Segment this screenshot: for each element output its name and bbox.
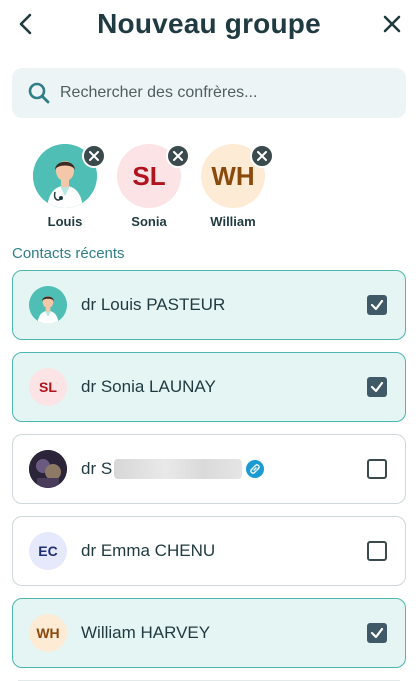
close-icon <box>173 151 183 161</box>
selected-contacts: Louis SL Sonia WH William <box>32 144 274 234</box>
remove-selected-button[interactable] <box>250 144 274 168</box>
avatar <box>29 286 67 324</box>
list-item[interactable]: SL dr Sonia LAUNAY <box>12 352 406 422</box>
selected-contact: WH William <box>200 144 274 234</box>
checkbox[interactable] <box>367 541 387 561</box>
photo-avatar-icon <box>29 450 67 488</box>
selected-contact: Louis <box>32 144 106 234</box>
close-icon <box>383 15 401 33</box>
contact-name: William HARVEY <box>81 623 211 642</box>
list-item[interactable]: EC dr Emma CHENU <box>12 516 406 586</box>
redacted-name <box>114 459 243 479</box>
checkbox[interactable] <box>367 623 387 643</box>
check-icon <box>370 627 384 639</box>
contact-name-text: dr S <box>81 459 113 478</box>
doctor-avatar-icon <box>29 286 67 324</box>
list-item[interactable]: dr Louis PASTEUR <box>12 270 406 340</box>
remove-selected-button[interactable] <box>82 144 106 168</box>
avatar: EC <box>29 532 67 570</box>
search-input[interactable] <box>60 84 380 102</box>
link-icon <box>246 460 265 478</box>
selected-contact-name: Sonia <box>131 214 167 229</box>
selected-contact-name: William <box>210 214 256 229</box>
checkbox[interactable] <box>367 377 387 397</box>
avatar: SL <box>29 368 67 406</box>
contact-name: dr Emma CHENU <box>81 541 216 560</box>
close-icon <box>257 151 267 161</box>
selected-contact-name: Louis <box>47 214 83 229</box>
close-icon <box>89 151 99 161</box>
contact-name: dr Louis PASTEUR <box>81 295 226 314</box>
list-item[interactable]: WH William HARVEY <box>12 598 406 668</box>
avatar: WH <box>29 614 67 652</box>
checkbox[interactable] <box>367 295 387 315</box>
contact-list: dr Louis PASTEUR SL dr Sonia LAUNAY dr S <box>12 270 406 680</box>
checkbox[interactable] <box>367 459 387 479</box>
contact-name: dr S <box>81 459 367 479</box>
check-icon <box>370 299 384 311</box>
check-icon <box>370 381 384 393</box>
page-title: Nouveau groupe <box>97 8 321 39</box>
search-icon <box>28 82 50 104</box>
remove-selected-button[interactable] <box>166 144 190 168</box>
section-title: Contacts récents <box>12 245 125 262</box>
contact-name: dr Sonia LAUNAY <box>81 377 216 396</box>
close-button[interactable] <box>378 10 406 38</box>
selected-contact: SL Sonia <box>116 144 190 234</box>
search-bar[interactable] <box>12 68 406 118</box>
list-item[interactable]: dr S <box>12 434 406 504</box>
avatar <box>29 450 67 488</box>
header: Nouveau groupe <box>0 0 418 52</box>
